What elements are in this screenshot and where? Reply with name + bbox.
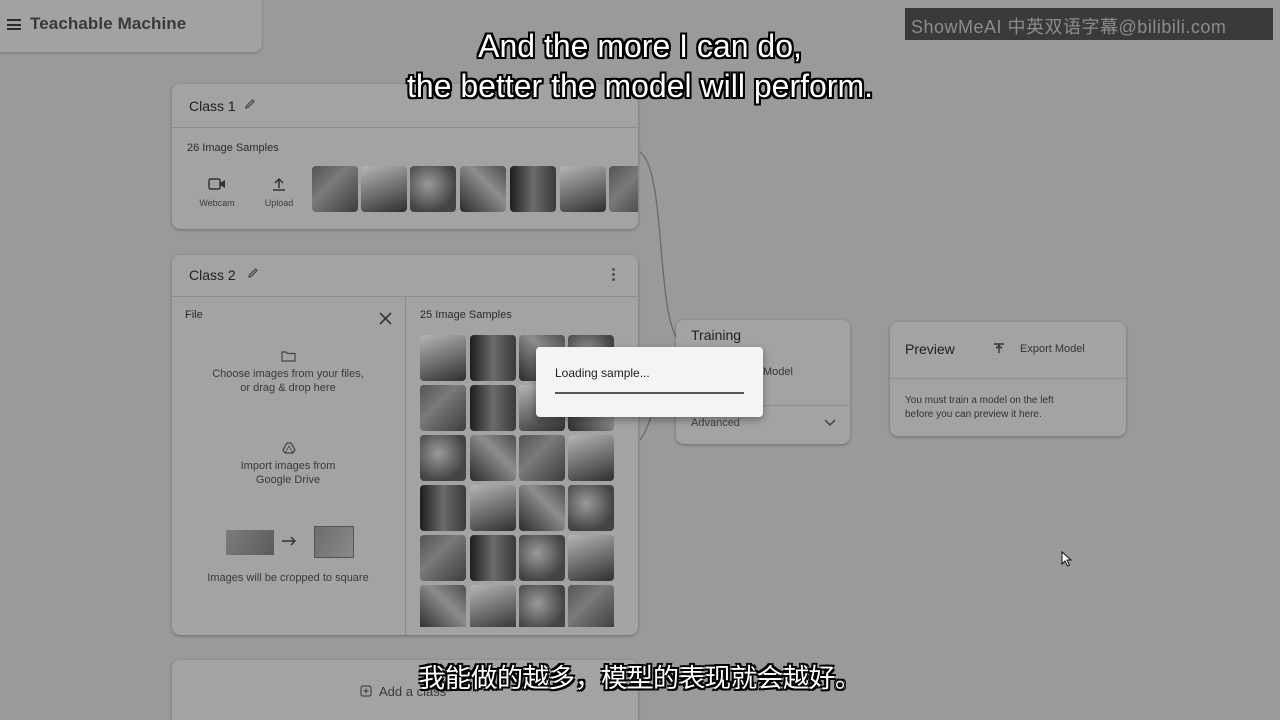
webcam-button-label[interactable]: Webcam	[187, 198, 247, 208]
mouse-cursor-icon	[1061, 551, 1073, 567]
webcam-icon[interactable]	[207, 176, 227, 192]
preview-message: You must train a model on the left befor…	[905, 394, 1054, 422]
sample-thumbnail[interactable]	[560, 166, 606, 212]
crop-note: Images will be cropped to square	[207, 572, 369, 584]
sample-thumbnail[interactable]	[470, 485, 516, 531]
sample-thumbnail[interactable]	[568, 485, 614, 531]
arrow-right-icon	[282, 536, 296, 546]
import-drive-text[interactable]: Import images from Google Drive	[188, 459, 388, 487]
upload-button-label[interactable]: Upload	[249, 198, 309, 208]
sample-thumbnail[interactable]	[420, 585, 466, 627]
chevron-down-icon[interactable]	[824, 419, 836, 427]
sample-thumbnail[interactable]	[510, 166, 556, 212]
sample-thumbnail[interactable]	[568, 435, 614, 481]
advanced-toggle[interactable]: Advanced	[691, 417, 740, 429]
class-2-inner-divider	[405, 297, 406, 635]
sample-thumbnail[interactable]	[312, 166, 358, 212]
sample-thumbnail[interactable]	[519, 435, 565, 481]
class-1-divider	[172, 127, 638, 128]
sample-thumbnail[interactable]	[470, 435, 516, 481]
class-2-more-icon[interactable]	[612, 268, 615, 282]
crop-example-after	[314, 526, 354, 558]
google-drive-icon[interactable]	[282, 442, 296, 454]
sample-thumbnail[interactable]	[568, 535, 614, 581]
sample-thumbnail[interactable]	[420, 485, 466, 531]
sample-thumbnail[interactable]	[519, 485, 565, 531]
sample-thumbnail[interactable]	[609, 166, 638, 212]
subtitle-english-line-2: the better the model will perform.	[407, 68, 873, 104]
preview-divider	[890, 378, 1126, 379]
subtitle-chinese: 我能做的越多，模型的表现就会越好。	[418, 663, 861, 693]
choose-files-line[interactable]: Choose images from your files,	[188, 367, 388, 381]
loading-progress-bar	[555, 392, 744, 394]
drag-drop-line: or drag & drop here	[240, 382, 336, 394]
class-2-sample-count: 25 Image Samples	[420, 309, 512, 321]
crop-example-before	[226, 530, 274, 555]
sample-thumbnail[interactable]	[420, 435, 466, 481]
export-icon[interactable]	[993, 343, 1005, 355]
sample-thumbnail[interactable]	[420, 535, 466, 581]
loading-dialog: Loading sample...	[536, 347, 763, 417]
subtitle-english-line-1: And the more I can do,	[478, 28, 802, 64]
sample-thumbnail[interactable]	[420, 335, 466, 381]
choose-files-text[interactable]: Choose images from your files, or drag &…	[188, 367, 388, 395]
import-drive-line-1[interactable]: Import images from	[188, 459, 388, 473]
sample-thumbnail[interactable]	[568, 585, 614, 627]
sample-thumbnail[interactable]	[519, 535, 565, 581]
sample-thumbnail[interactable]	[470, 535, 516, 581]
sample-thumbnail[interactable]	[470, 335, 516, 381]
sample-thumbnail[interactable]	[410, 166, 456, 212]
sample-thumbnail[interactable]	[470, 385, 516, 431]
class-1-sample-count: 26 Image Samples	[187, 142, 279, 154]
import-drive-line-2[interactable]: Google Drive	[188, 473, 388, 487]
upload-icon[interactable]	[271, 176, 287, 192]
train-model-button[interactable]: Model	[763, 366, 793, 378]
sample-thumbnail[interactable]	[420, 385, 466, 431]
preview-message-line-1: You must train a model on the left	[905, 395, 1054, 406]
export-model-button[interactable]: Export Model	[1020, 343, 1085, 355]
edit-pencil-icon[interactable]	[247, 267, 259, 279]
sample-thumbnail[interactable]	[460, 166, 506, 212]
file-upload-header: File	[185, 309, 203, 321]
sample-thumbnail[interactable]	[519, 585, 565, 627]
sample-thumbnail[interactable]	[470, 585, 516, 627]
training-title: Training	[691, 327, 742, 343]
sample-thumbnail[interactable]	[361, 166, 407, 212]
class-2-title[interactable]: Class 2	[189, 267, 236, 283]
class-1-thumbnails	[312, 166, 638, 212]
folder-icon[interactable]	[281, 350, 296, 362]
preview-title: Preview	[905, 341, 955, 357]
close-icon[interactable]	[379, 312, 392, 325]
loading-text: Loading sample...	[555, 366, 650, 380]
preview-message-line-2: before you can preview it here.	[905, 409, 1042, 420]
